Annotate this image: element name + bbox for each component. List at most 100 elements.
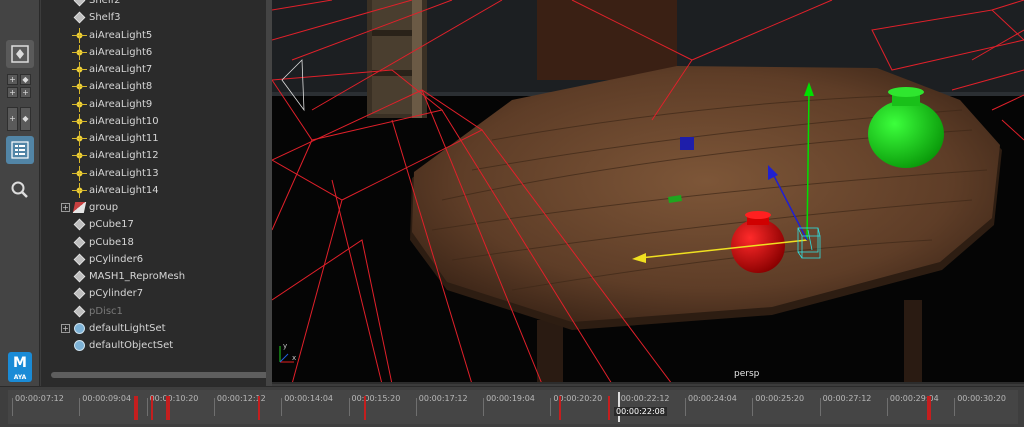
outliner-item[interactable]: + group — [41, 199, 255, 216]
timeline-tick — [146, 398, 148, 416]
keyframe-marker[interactable] — [929, 396, 932, 420]
maya-logo: M AYA — [8, 352, 32, 382]
outliner-item[interactable]: pCylinder6 — [41, 251, 255, 268]
expand-toggle[interactable]: + — [61, 203, 70, 212]
outliner-item-label: aiAreaLight13 — [89, 167, 159, 179]
outliner-item[interactable]: pCube17 — [41, 216, 255, 233]
viewport-persp[interactable]: y x persp — [272, 0, 1024, 384]
timeline-tick-label: 00:00:22:12 — [620, 394, 670, 403]
outliner-horizontal-scrollbar[interactable] — [49, 370, 285, 380]
timeline-tick — [12, 398, 13, 416]
mesh-icon — [73, 218, 86, 231]
outliner-item[interactable]: defaultObjectSet — [41, 337, 255, 354]
outliner-item[interactable]: aiAreaLight9 — [41, 96, 255, 113]
timeline-tick — [213, 398, 215, 416]
search-button[interactable] — [6, 176, 34, 204]
timeline-tick-label: 00:00:29:04 — [889, 394, 939, 403]
outliner-item[interactable]: pCylinder7 — [41, 285, 255, 302]
outliner-item-label: pCylinder6 — [89, 253, 144, 265]
timeline-tick — [281, 398, 283, 416]
light-icon — [72, 27, 87, 43]
outliner-item[interactable]: aiAreaLight11 — [41, 130, 255, 147]
mesh-icon — [73, 253, 86, 266]
outliner-item-label: aiAreaLight14 — [89, 184, 159, 196]
keyframe-marker[interactable] — [607, 396, 610, 420]
timeline-tick-label: 00:00:27:12 — [822, 394, 872, 403]
camera-label: persp — [734, 369, 760, 379]
keyframe-marker[interactable] — [258, 396, 261, 420]
outliner-item[interactable]: aiAreaLight14 — [41, 182, 255, 199]
timeline-tick — [752, 398, 754, 416]
outliner-item[interactable]: aiAreaLight13 — [41, 165, 255, 182]
scrollbar-thumb[interactable] — [51, 372, 283, 378]
layout-grid-small-button-4[interactable]: + — [20, 87, 31, 98]
timeline-tick — [886, 398, 888, 416]
maya-window: + ◆ + + + ◆ M AYA Shelf2 Shelf3 aiAreaLigh… — [0, 0, 1024, 427]
keyframe-marker[interactable] — [559, 396, 562, 420]
outliner-item[interactable]: MASH1_ReproMesh — [41, 268, 255, 285]
outliner-item-label: aiAreaLight7 — [89, 64, 153, 75]
outliner-item-label: aiAreaLight6 — [89, 46, 153, 58]
group-icon — [72, 202, 87, 213]
expand-toggle[interactable]: + — [61, 323, 70, 333]
timeline-tick-label: 00:00:10:20 — [149, 394, 199, 403]
layout-split-button[interactable]: + — [7, 107, 18, 131]
timeline-tick-label: 00:00:25:20 — [755, 394, 805, 403]
outliner-item[interactable]: Shelf3 — [41, 9, 255, 26]
light-icon — [72, 96, 87, 112]
keyframe-marker[interactable] — [167, 396, 170, 420]
keyframe-marker[interactable] — [136, 396, 139, 420]
keyframe-marker[interactable] — [151, 396, 154, 420]
light-icon — [72, 113, 87, 129]
outliner-item-label: defaultLightSet — [89, 322, 166, 334]
layout-grid-small-button[interactable]: + — [7, 74, 18, 85]
outliner-layout-button[interactable] — [6, 136, 34, 164]
timeline-tick — [79, 398, 81, 416]
outliner-item-label: aiAreaLight9 — [89, 98, 153, 110]
mesh-icon — [73, 287, 86, 300]
timeline-tick-label: 00:00:15:20 — [351, 394, 401, 403]
layout-grid-small-button-3[interactable]: + — [7, 87, 18, 98]
outliner-panel: Shelf2 Shelf3 aiAreaLight5 aiAreaLight6 aiAr… — [41, 0, 306, 386]
layout-single-button[interactable] — [6, 40, 34, 68]
mesh-icon — [73, 270, 86, 283]
outliner-item-label: aiAreaLight11 — [89, 133, 159, 144]
outliner-item[interactable]: aiAreaLight10 — [41, 113, 255, 130]
outliner-item[interactable]: pDisc1 — [41, 303, 255, 320]
outliner-item[interactable]: + defaultLightSet — [41, 320, 255, 337]
mesh-icon — [73, 11, 86, 24]
light-icon — [72, 148, 87, 164]
outliner-item[interactable]: aiAreaLight6 — [41, 44, 255, 61]
outliner-item-label: Shelf2 — [89, 0, 121, 6]
outliner-item-label: aiAreaLight10 — [89, 115, 159, 127]
timeline-tick-label: 00:00:14:04 — [284, 394, 333, 403]
set-icon — [74, 322, 85, 334]
outliner-item-label: MASH1_ReproMesh — [89, 271, 186, 282]
keyframe-marker[interactable] — [363, 396, 366, 420]
maya-logo-letter: M — [13, 355, 27, 371]
outliner-item-label: pCube18 — [89, 236, 134, 248]
time-slider-track[interactable]: 00:00:07:12 00:00:09:04 00:00:10:20 00:00:1… — [8, 390, 1018, 424]
mesh-icon — [73, 305, 86, 317]
outliner-item-label: pDisc1 — [89, 305, 123, 317]
timeline-tick — [954, 398, 956, 416]
outliner-item[interactable]: aiAreaLight12 — [41, 147, 255, 164]
outliner-item[interactable]: pCube18 — [41, 234, 255, 251]
outliner-item[interactable]: aiAreaLight5 — [41, 27, 255, 44]
outliner-item[interactable]: Shelf2 — [41, 0, 255, 9]
outliner-item[interactable]: aiAreaLight7 — [41, 61, 255, 78]
current-time-readout: 00:00:22:08 — [614, 407, 667, 416]
timeline-tick — [348, 398, 350, 416]
mesh-icon — [73, 0, 86, 7]
outliner-item-label: Shelf3 — [89, 12, 121, 24]
timeline-tick-label: 00:00:30:20 — [957, 394, 1006, 403]
light-icon — [72, 44, 87, 60]
outliner-item-label: defaultObjectSet — [89, 340, 174, 351]
search-icon — [11, 181, 28, 198]
outliner-item[interactable]: aiAreaLight8 — [41, 78, 255, 95]
shelf-object — [367, 0, 427, 118]
layout-split-button-2[interactable]: ◆ — [20, 107, 31, 131]
axis-y-label: y — [283, 342, 287, 350]
layout-grid-small-button-2[interactable]: ◆ — [20, 74, 31, 85]
timeline-tick-label: 00:00:09:04 — [82, 394, 132, 403]
